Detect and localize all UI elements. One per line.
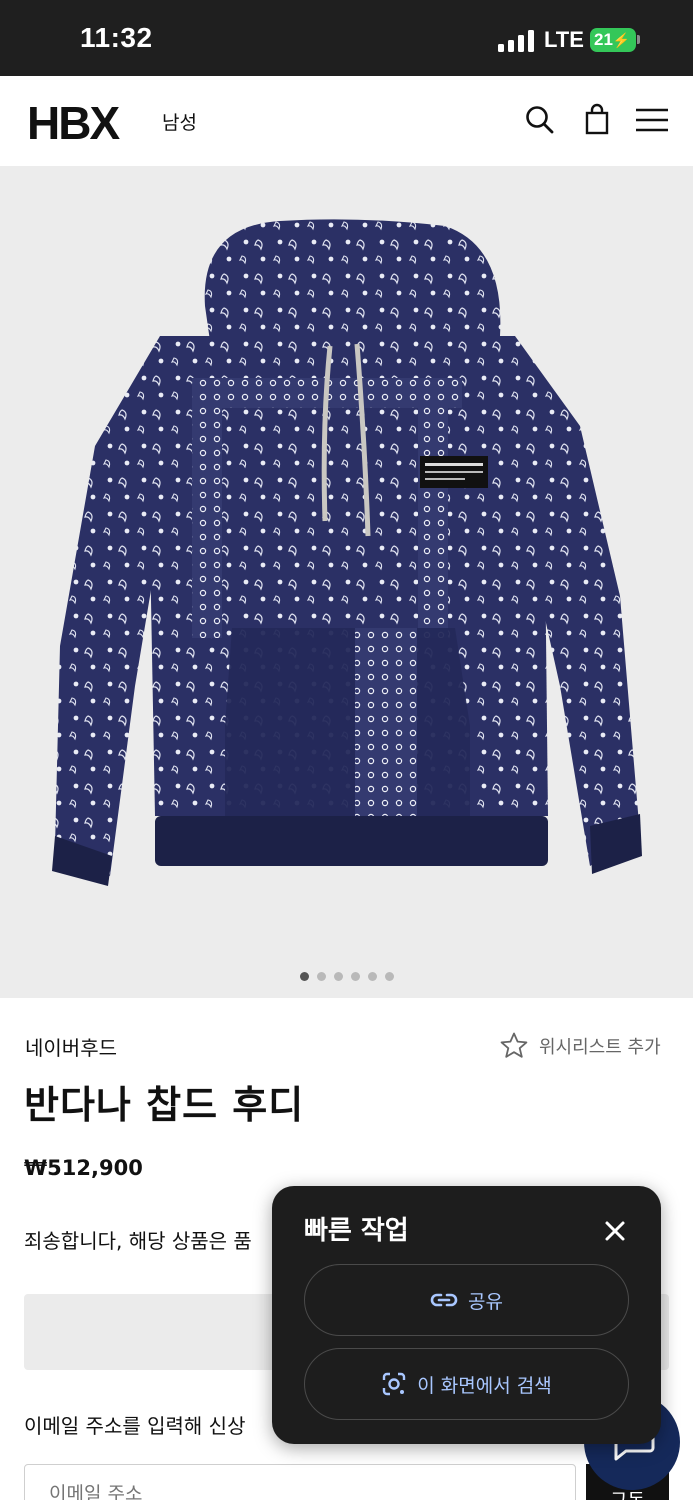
quick-actions-panel: 빠른 작업 공유 이 화면에서 검색 (272, 1186, 661, 1444)
battery-level: 21 (594, 30, 613, 49)
quick-actions-title: 빠른 작업 (304, 1216, 409, 1246)
bag-icon[interactable] (579, 102, 615, 138)
network-type: LTE (544, 27, 584, 52)
wishlist-button[interactable]: 위시리스트 추가 (499, 1030, 661, 1062)
email-field[interactable] (24, 1464, 576, 1500)
wishlist-label: 위시리스트 추가 (539, 1037, 661, 1058)
status-bar: 11:32 LTE 21⚡ (0, 0, 693, 76)
hbx-logo[interactable]: HBX (27, 96, 120, 150)
battery-icon: 21⚡ (590, 28, 636, 52)
product-price: ₩512,900 (24, 1156, 143, 1180)
product-image[interactable] (0, 166, 693, 998)
battery-tip (637, 35, 640, 44)
product-title: 반다나 찹드 후디 (24, 1083, 305, 1127)
product-brand[interactable]: 네이버후드 (25, 1032, 117, 1061)
pager-dot[interactable] (384, 972, 394, 981)
image-pager[interactable] (0, 966, 693, 981)
pager-dot[interactable] (350, 972, 360, 981)
site-header: HBX 남성 (0, 76, 693, 166)
status-time: 11:32 (80, 22, 153, 53)
hoodie-image (52, 219, 642, 886)
gender-nav-link[interactable]: 남성 (162, 108, 197, 135)
close-icon[interactable] (600, 1216, 630, 1246)
share-button[interactable]: 공유 (304, 1264, 629, 1336)
signal-icon (498, 30, 536, 52)
menu-icon[interactable] (634, 102, 670, 138)
pager-dot[interactable] (367, 972, 377, 981)
search-icon[interactable] (522, 102, 558, 138)
pager-dot[interactable] (299, 972, 309, 981)
link-icon (430, 1293, 458, 1307)
share-label: 공유 (468, 1290, 503, 1313)
soldout-message: 죄송합니다, 해당 상품은 품 (24, 1229, 252, 1253)
star-icon (500, 1032, 528, 1058)
lens-icon (383, 1372, 406, 1396)
screen-search-label: 이 화면에서 검색 (417, 1374, 552, 1397)
screen-search-button[interactable]: 이 화면에서 검색 (304, 1348, 629, 1420)
pager-dot[interactable] (316, 972, 326, 981)
pager-dot[interactable] (333, 972, 343, 981)
email-prompt: 이메일 주소를 입력해 신상 (24, 1414, 246, 1438)
